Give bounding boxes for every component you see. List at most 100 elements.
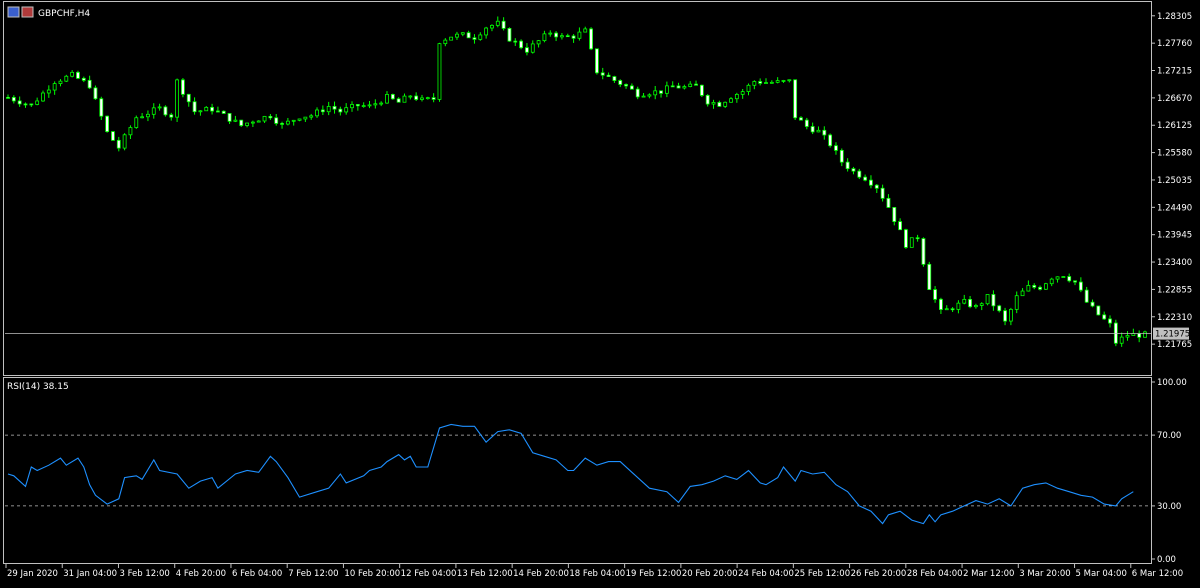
price-tick-label: 1.21765	[1157, 340, 1192, 350]
time-tick-label: 7 Feb 12:00	[288, 569, 338, 579]
candle-body-down	[186, 93, 191, 103]
candle-body-up	[455, 33, 459, 38]
candle-body-down	[274, 117, 279, 124]
price-tick-label: 1.25580	[1157, 149, 1192, 159]
candle	[437, 42, 442, 102]
candle-body-down	[163, 106, 168, 116]
price-tick-label: 1.26670	[1157, 94, 1192, 104]
candle-body-down	[507, 28, 512, 42]
candle	[985, 294, 990, 306]
candle-body-up	[140, 116, 145, 119]
candle-body-up	[379, 102, 384, 105]
price-tick-label: 1.27760	[1157, 39, 1192, 49]
candle-body-down	[886, 197, 891, 208]
time-tick-label: 2 Mar 12:00	[963, 569, 1014, 579]
candle-body-down	[839, 150, 844, 163]
candle-body-down	[898, 221, 903, 231]
candle-body-up	[64, 75, 69, 82]
candle-body-up	[664, 85, 669, 94]
candle-body-up	[361, 105, 366, 107]
trading-chart-window[interactable]: GBPCHF,H4 RSI(14) 38.15 1.28305 1.27760 1.…	[0, 0, 1200, 584]
chart-window-icon[interactable]	[7, 6, 20, 18]
time-tick-label: 10 Feb 20:00	[344, 569, 400, 579]
candle-body-up	[530, 43, 535, 53]
candle-body-up	[495, 20, 500, 26]
candle-body-up	[816, 129, 821, 133]
candle-body-up	[560, 35, 564, 38]
candle-body-up	[781, 80, 786, 82]
candle-body-up	[974, 305, 978, 308]
candle-body-down	[81, 77, 86, 81]
candle-body-up	[729, 98, 733, 103]
candle-body-up	[350, 104, 354, 109]
candle-body-down	[17, 100, 22, 105]
time-tick-label: 28 Feb 04:00	[907, 569, 963, 579]
candle-body-up	[536, 40, 541, 45]
time-tick-label: 12 Feb 04:00	[401, 569, 457, 579]
candle-body-up	[583, 28, 588, 33]
candle	[175, 78, 179, 122]
candle-body-up	[408, 95, 413, 98]
candle-body-down	[851, 168, 856, 172]
candle-body-down	[11, 97, 16, 102]
candle-body-up	[344, 107, 349, 113]
candle-body-up	[985, 294, 990, 305]
candle-body-up	[1026, 285, 1031, 292]
time-tick-label: 18 Feb 04:00	[569, 569, 625, 579]
time-tick-label: 24 Feb 04:00	[738, 569, 794, 579]
price-tick-label: 1.23945	[1157, 231, 1192, 241]
candle-body-up	[775, 80, 780, 83]
candle	[595, 48, 599, 75]
candle	[64, 74, 69, 83]
candle-body-down	[939, 298, 943, 310]
candle	[163, 105, 168, 117]
time-tick-label: 3 Mar 20:00	[1019, 569, 1070, 579]
candle-body-up	[70, 71, 75, 77]
candle	[111, 131, 115, 141]
candle-body-up	[256, 120, 261, 123]
candle-body-up	[443, 39, 448, 45]
candle-body-up	[46, 89, 51, 94]
candle	[1113, 319, 1118, 347]
candle-body-up	[484, 27, 489, 36]
candle-body-down	[227, 113, 232, 122]
candle-body-down	[414, 95, 419, 100]
time-tick-label: 19 Feb 12:00	[626, 569, 682, 579]
candle-body-up	[52, 83, 57, 91]
candle-body-up	[402, 95, 407, 103]
candle-body-down	[612, 76, 617, 81]
candle	[105, 115, 110, 133]
candle-body-down	[525, 47, 529, 53]
candle-body-up	[460, 32, 465, 35]
candle-body-down	[828, 134, 833, 147]
time-tick-label: 6 Feb 04:00	[232, 569, 282, 579]
candle	[793, 79, 798, 121]
candle-body-up	[542, 33, 547, 42]
time-tick-label: 6 Mar 12:00	[1132, 569, 1183, 579]
candle-body-down	[105, 115, 110, 132]
candle-body-down	[93, 87, 98, 100]
candle-body-up	[641, 95, 646, 98]
candle-body-up	[262, 115, 267, 122]
candle	[507, 27, 512, 42]
candle-body-up	[204, 106, 209, 112]
candle-body-up	[956, 302, 961, 310]
candle-body-down	[390, 94, 395, 100]
candle-body-down	[606, 74, 611, 78]
candle-body-down	[857, 170, 862, 178]
candle-body-down	[670, 85, 675, 88]
candle-body-up	[1055, 276, 1060, 280]
candle-body-down	[192, 101, 197, 113]
candle-body-up	[198, 110, 203, 113]
candle-body-up	[1119, 336, 1124, 344]
candle-body-up	[58, 80, 63, 84]
time-tick-label: 4 Feb 20:00	[176, 569, 226, 579]
candle-body-up	[1061, 276, 1066, 278]
rsi-tick-label: 0.00	[1157, 555, 1176, 565]
chart-canvas[interactable]: GBPCHF,H4 RSI(14) 38.15 1.28305 1.27760 1.…	[0, 0, 1200, 584]
chart-mode-icon[interactable]	[21, 6, 34, 18]
candle-body-down	[501, 20, 506, 29]
candle-body-up	[1008, 308, 1013, 322]
candle-body-down	[804, 119, 809, 127]
candle-body-down	[280, 123, 284, 125]
